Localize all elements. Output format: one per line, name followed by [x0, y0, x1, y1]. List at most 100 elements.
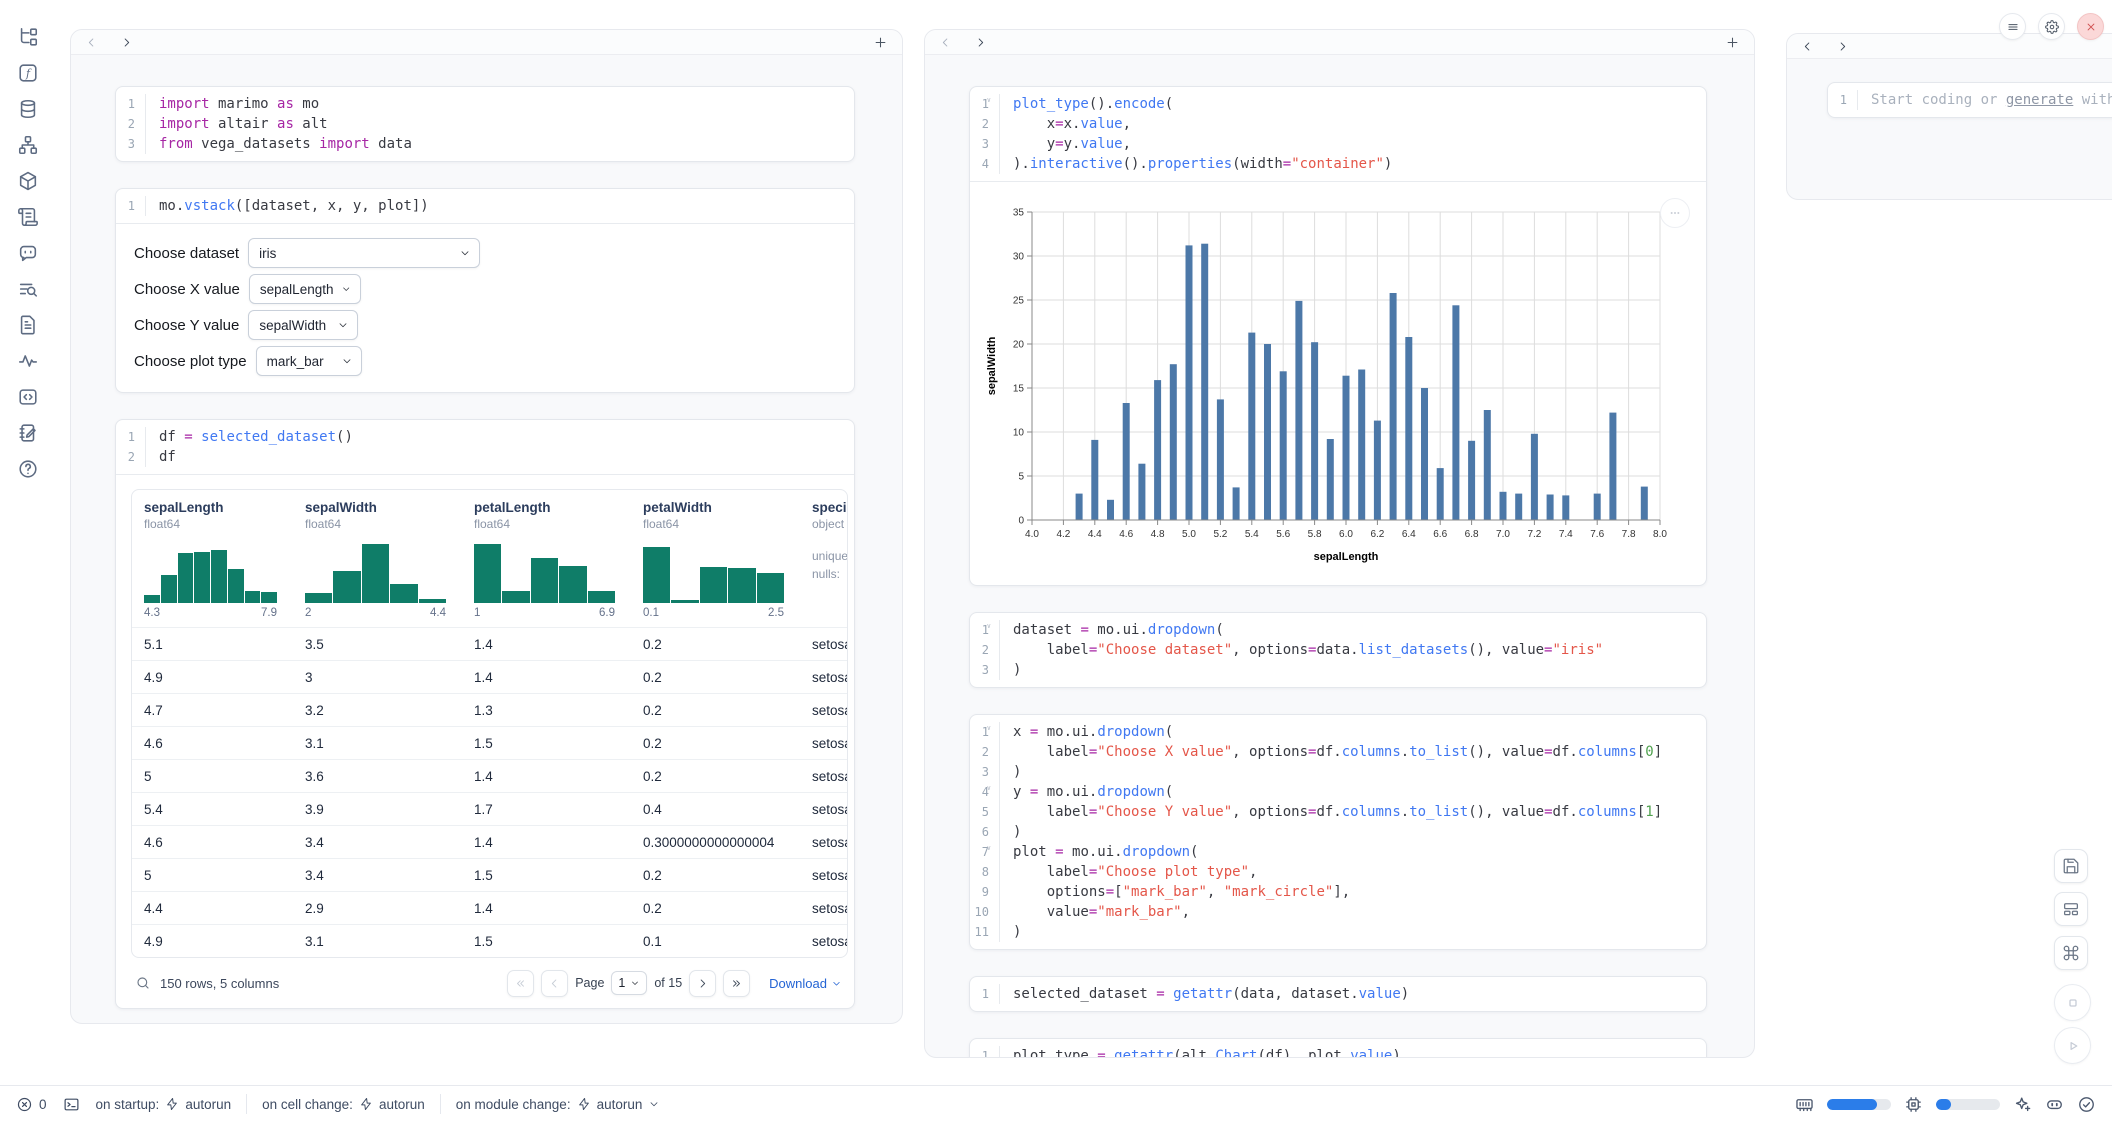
scratchpad-icon[interactable] — [17, 422, 39, 444]
layout-button[interactable] — [2054, 892, 2088, 926]
table-row[interactable]: 4.63.41.40.3000000000000004setosa — [132, 825, 847, 858]
svg-text:6.2: 6.2 — [1370, 529, 1384, 540]
svg-text:4.6: 4.6 — [1119, 529, 1133, 540]
chart-options-button[interactable] — [1660, 198, 1690, 228]
page-select[interactable]: 1 — [611, 971, 647, 995]
table-cell: setosa — [800, 670, 848, 685]
first-page-button[interactable] — [507, 970, 534, 997]
database-icon[interactable] — [17, 98, 39, 120]
table-row[interactable]: 53.41.50.2setosa — [132, 858, 847, 891]
run-button[interactable] — [2054, 1027, 2091, 1064]
ai-sparkles-button[interactable] — [2013, 1095, 2032, 1114]
add-column-icon[interactable] — [873, 35, 888, 50]
package-icon[interactable] — [17, 170, 39, 192]
chevron-left-icon[interactable] — [1801, 40, 1814, 53]
code-editor[interactable]: 12df = selected_dataset()df — [116, 420, 854, 474]
hist-bar — [757, 573, 784, 603]
search-icon[interactable] — [135, 975, 151, 991]
chevron-left-icon[interactable] — [85, 36, 98, 49]
table-column-header[interactable]: sepalLengthfloat644.37.9 — [132, 490, 293, 627]
code-line: ) — [1013, 762, 1662, 782]
line-number: 8 — [970, 862, 989, 882]
dropdown-select[interactable]: sepalLength — [249, 274, 361, 304]
dropdown-select[interactable]: iris — [248, 238, 480, 268]
menu-button[interactable] — [1999, 13, 2026, 40]
function-icon[interactable]: f — [17, 62, 39, 84]
save-button[interactable] — [2054, 849, 2088, 883]
chat-bot-icon[interactable] — [17, 242, 39, 264]
on-module-change-setting[interactable]: on module change: autorun — [456, 1097, 661, 1112]
command-palette-button[interactable] — [2054, 936, 2088, 970]
cell-vstack[interactable]: 1mo.vstack([dataset, x, y, plot]) Choose… — [115, 188, 855, 393]
dependency-graph-icon[interactable] — [17, 134, 39, 156]
help-icon[interactable] — [17, 458, 39, 480]
line-number: 1∨ — [970, 620, 989, 640]
file-tree-icon[interactable] — [17, 26, 39, 48]
cell-selected-dataset[interactable]: 1selected_dataset = getattr(data, datase… — [969, 976, 1707, 1012]
snippets-icon[interactable] — [17, 386, 39, 408]
document-icon[interactable] — [17, 314, 39, 336]
hist-min: 1 — [474, 607, 480, 619]
code-editor[interactable]: 1∨234∨567∨891011x = mo.ui.dropdown( labe… — [970, 715, 1706, 949]
stop-button[interactable] — [2054, 984, 2091, 1021]
hist-bar — [474, 544, 501, 603]
code-editor[interactable]: 1∨23dataset = mo.ui.dropdown( label="Cho… — [970, 613, 1706, 687]
line-number: 1∨ — [970, 722, 989, 742]
chevron-right-icon[interactable] — [120, 36, 133, 49]
next-page-button[interactable] — [689, 970, 716, 997]
settings-button[interactable] — [2038, 13, 2065, 40]
table-row[interactable]: 4.63.11.50.2setosa — [132, 726, 847, 759]
line-number: 2 — [970, 640, 989, 660]
add-column-icon[interactable] — [1725, 35, 1740, 50]
code-editor[interactable]: 1mo.vstack([dataset, x, y, plot]) — [116, 189, 854, 223]
table-column-header[interactable]: petalLengthfloat6416.9 — [462, 490, 631, 627]
on-cell-change-setting[interactable]: on cell change: autorun — [262, 1097, 425, 1112]
cell-imports[interactable]: 123import marimo as moimport altair as a… — [115, 86, 855, 162]
logs-search-icon[interactable] — [17, 278, 39, 300]
generate-with-ai-link[interactable]: generate — [2006, 92, 2073, 108]
table-column-header[interactable]: speciesobjectuniquenulls: — [800, 490, 848, 627]
dropdown-select[interactable]: sepalWidth — [248, 310, 358, 340]
table-row[interactable]: 53.61.40.2setosa — [132, 759, 847, 792]
copilot-button[interactable] — [2045, 1095, 2064, 1114]
cell-xy-plot-dropdowns[interactable]: 1∨234∨567∨891011x = mo.ui.dropdown( labe… — [969, 714, 1707, 950]
cell-plot[interactable]: 1∨234plot_type().encode( x=x.value, y=y.… — [969, 86, 1707, 586]
dropdown-row: Choose datasetiris — [134, 238, 836, 268]
line-number: 11 — [970, 922, 989, 942]
table-cell: 0.2 — [631, 670, 800, 685]
cell-empty[interactable]: 1 Start coding or generate with AI — [1827, 82, 2112, 118]
chevron-right-icon[interactable] — [1836, 40, 1849, 53]
prev-page-button[interactable] — [541, 970, 568, 997]
code-line: label="Choose dataset", options=data.lis… — [1013, 640, 1603, 660]
table-column-header[interactable]: sepalWidthfloat6424.4 — [293, 490, 462, 627]
code-editor[interactable]: 1plot_type = getattr(alt.Chart(df), plot… — [970, 1039, 1706, 1058]
table-row[interactable]: 4.93.11.50.1setosa — [132, 924, 847, 957]
on-startup-setting[interactable]: on startup: autorun — [96, 1097, 232, 1112]
chevron-left-icon[interactable] — [939, 36, 952, 49]
table-row[interactable]: 4.931.40.2setosa — [132, 660, 847, 693]
code-editor[interactable]: 1selected_dataset = getattr(data, datase… — [970, 977, 1706, 1011]
cell-dataset-dropdown[interactable]: 1∨23dataset = mo.ui.dropdown( label="Cho… — [969, 612, 1707, 688]
cell-plot-type[interactable]: 1plot_type = getattr(alt.Chart(df), plot… — [969, 1038, 1707, 1058]
tracing-icon[interactable] — [17, 350, 39, 372]
table-row[interactable]: 4.42.91.40.2setosa — [132, 891, 847, 924]
svg-text:7.0: 7.0 — [1496, 529, 1510, 540]
last-page-button[interactable] — [723, 970, 750, 997]
script-icon[interactable] — [17, 206, 39, 228]
table-row[interactable]: 4.73.21.30.2setosa — [132, 693, 847, 726]
chevron-down-icon — [831, 978, 842, 989]
terminal-button[interactable] — [63, 1096, 80, 1113]
altair-bar-chart[interactable]: 4.04.24.44.64.85.05.25.45.65.86.06.26.46… — [982, 202, 1706, 577]
table-row[interactable]: 5.43.91.70.4setosa — [132, 792, 847, 825]
error-counter[interactable]: 0 — [16, 1096, 47, 1113]
table-row[interactable]: 5.13.51.40.2setosa — [132, 627, 847, 660]
cell-dataframe[interactable]: 12df = selected_dataset()df sepalLengthf… — [115, 419, 855, 1009]
close-button[interactable] — [2077, 13, 2104, 40]
code-editor[interactable]: 1∨234plot_type().encode( x=x.value, y=y.… — [970, 87, 1706, 181]
code-editor[interactable]: 123import marimo as moimport altair as a… — [116, 87, 854, 161]
table-column-header[interactable]: petalWidthfloat640.12.5 — [631, 490, 800, 627]
chevron-right-icon[interactable] — [974, 36, 987, 49]
code-editor[interactable]: 1 Start coding or generate with AI — [1828, 83, 2112, 117]
download-button[interactable]: Download — [769, 976, 842, 991]
dropdown-select[interactable]: mark_bar — [256, 346, 362, 376]
